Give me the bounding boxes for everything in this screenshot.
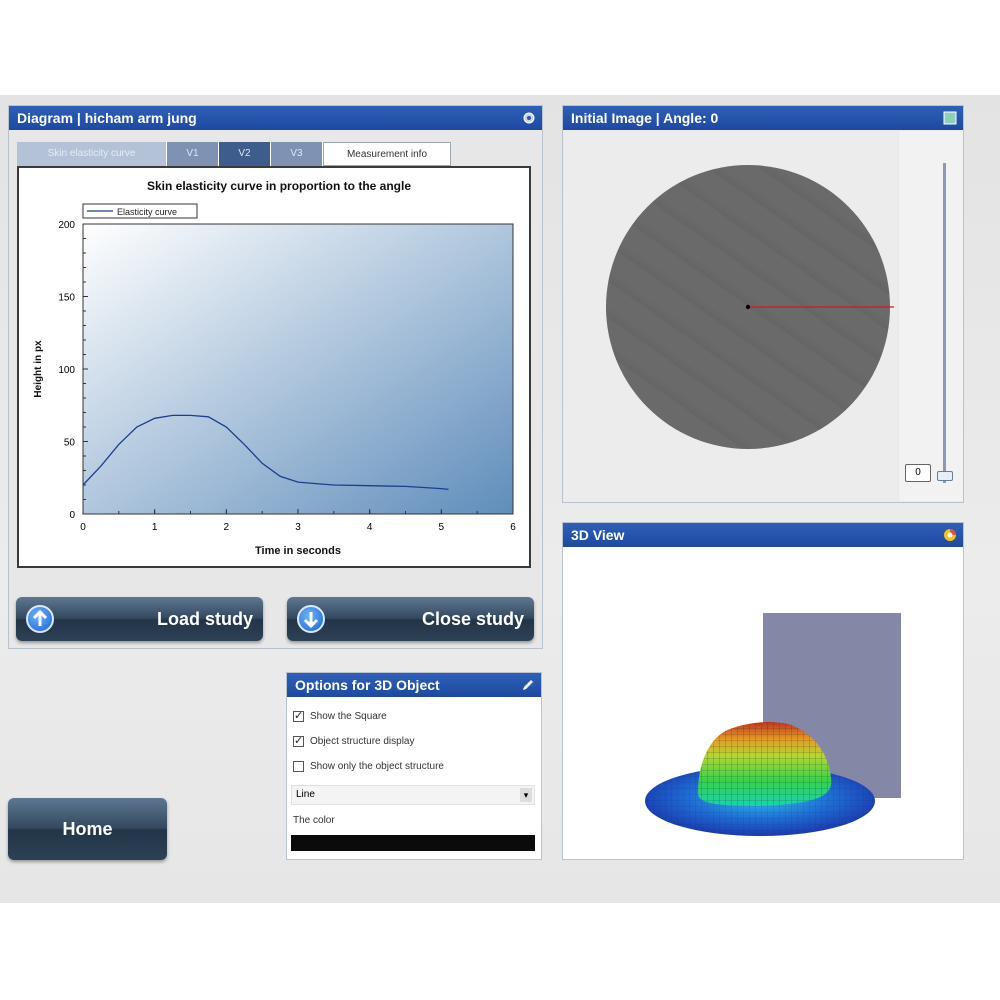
chart-container: Skin elasticity curve in proportion to t… (17, 166, 531, 568)
options-title: Options for 3D Object (295, 677, 440, 693)
elasticity-chart: Skin elasticity curve in proportion to t… (33, 179, 516, 557)
arrow-up-icon (26, 605, 54, 633)
tab-v1[interactable]: V1 (167, 142, 219, 166)
3d-view-title-bar: 3D View (563, 523, 963, 547)
initial-image-title: Initial Image | Angle: 0 (571, 110, 719, 126)
tab-v2[interactable]: V2 (219, 142, 271, 166)
plot-area (82, 223, 514, 515)
diagram-tabs: Skin elasticity curve V1 V2 V3 Measureme… (17, 142, 451, 166)
color-picker-swatch[interactable] (291, 835, 535, 851)
y-tick-label: 100 (58, 365, 75, 376)
options-title-bar: Options for 3D Object (287, 673, 541, 697)
tab-v3[interactable]: V3 (271, 142, 323, 166)
x-axis-label: Time in seconds (255, 545, 341, 557)
angle-slider-area: 0 (899, 131, 963, 501)
checkbox-structure-display[interactable] (293, 734, 304, 747)
checkbox-show-square[interactable] (293, 709, 304, 722)
option-structure-display[interactable]: Object structure display (293, 734, 415, 748)
3d-render (645, 613, 901, 836)
legend-label: Elasticity curve (117, 207, 177, 217)
y-axis-label: Height in px (33, 340, 44, 398)
y-tick-label: 150 (58, 293, 75, 304)
settings-icon[interactable] (522, 111, 536, 125)
close-study-label: Close study (421, 609, 524, 629)
angle-value-field[interactable]: 0 (905, 464, 931, 482)
line-style-select[interactable]: Line ▾ (291, 785, 535, 805)
y-tick-label: 200 (58, 220, 75, 231)
angle-slider-thumb[interactable] (937, 471, 953, 481)
line-style-value: Line (296, 789, 315, 800)
color-label: The color (293, 815, 335, 826)
3d-view-title: 3D View (571, 527, 625, 543)
x-tick-label: 2 (224, 522, 230, 533)
x-tick-label: 0 (80, 522, 86, 533)
checkbox-structure-only[interactable] (293, 761, 304, 772)
chart-title: Skin elasticity curve in proportion to t… (147, 179, 411, 193)
home-button[interactable]: Home (8, 798, 167, 860)
x-tick-label: 6 (510, 522, 516, 533)
angle-indicator (745, 304, 894, 310)
initial-image-panel: Initial Image | Angle: 0 0 (562, 105, 964, 503)
y-tick-label: 0 (69, 510, 75, 521)
y-tick-label: 50 (64, 438, 76, 449)
x-tick-label: 5 (439, 522, 445, 533)
color-wheel-icon[interactable] (943, 528, 957, 542)
pencil-icon[interactable] (521, 678, 535, 692)
maximize-icon[interactable] (943, 111, 957, 125)
diagram-panel: Diagram | hicham arm jung Skin elasticit… (8, 105, 543, 649)
diagram-title: Diagram | hicham arm jung (17, 110, 197, 126)
home-label: Home (62, 819, 113, 839)
x-tick-label: 1 (152, 522, 158, 533)
option-label: Show the Square (310, 711, 387, 723)
initial-image-title-bar: Initial Image | Angle: 0 (563, 106, 963, 130)
x-tick-label: 3 (295, 522, 301, 533)
x-tick-label: 4 (367, 522, 373, 533)
option-label: Object structure display (310, 736, 415, 748)
tab-measurement-info[interactable]: Measurement info (323, 142, 451, 166)
tab-elasticity-curve[interactable]: Skin elasticity curve (17, 142, 167, 166)
arrow-down-icon (297, 605, 325, 633)
dropdown-arrow-icon[interactable]: ▾ (520, 788, 532, 802)
load-study-button[interactable]: Load study (16, 597, 263, 641)
option-label: Show only the object structure (310, 761, 444, 773)
option-structure-only[interactable]: Show only the object structure (293, 761, 444, 772)
angle-slider-track[interactable] (943, 163, 946, 483)
option-show-square[interactable]: Show the Square (293, 709, 387, 723)
load-study-label: Load study (156, 609, 253, 629)
options-panel: Options for 3D Object Show the Square Ob… (286, 672, 542, 860)
3d-view-panel: 3D View (562, 522, 964, 860)
diagram-title-bar: Diagram | hicham arm jung (9, 106, 542, 130)
chart-legend: Elasticity curve (82, 203, 198, 219)
image-canvas (564, 131, 898, 501)
close-study-button[interactable]: Close study (287, 597, 534, 641)
